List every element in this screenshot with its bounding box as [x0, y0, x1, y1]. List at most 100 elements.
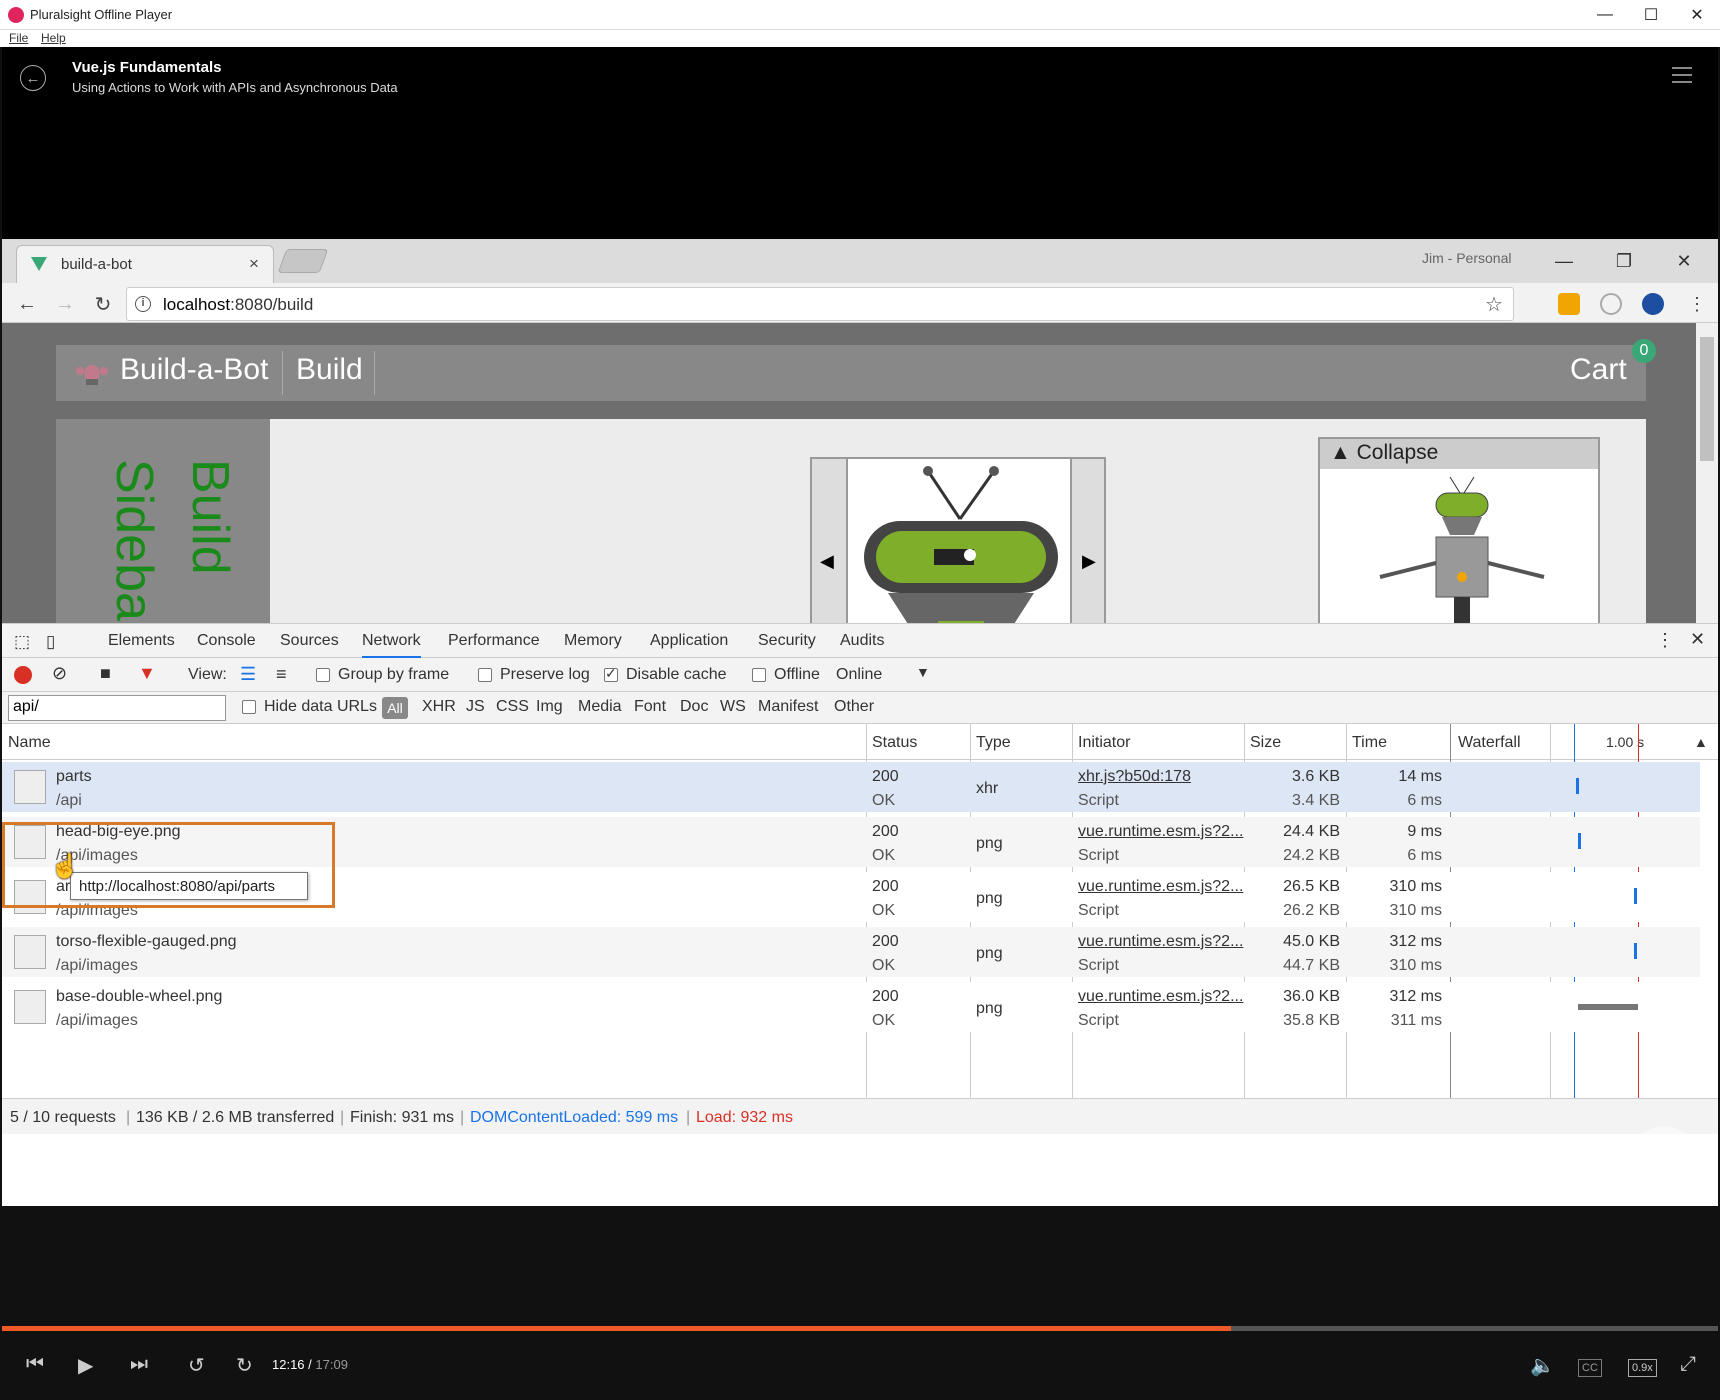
prev-part-arrow[interactable]: ◀	[820, 551, 834, 572]
record-icon[interactable]	[14, 666, 32, 684]
preserve-log-checkbox[interactable]	[478, 668, 492, 682]
request-name[interactable]: base-double-wheel.png	[56, 988, 222, 1006]
page-scrollbar[interactable]	[1696, 323, 1718, 623]
filter-type-manifest[interactable]: Manifest	[758, 698, 818, 716]
filter-input[interactable]: api/	[8, 695, 226, 721]
forward-10-icon[interactable]: ↻	[236, 1353, 253, 1378]
site-brand[interactable]: Build-a-Bot	[120, 353, 268, 387]
info-icon[interactable]: i	[135, 296, 151, 312]
throttle-select[interactable]: Online	[836, 666, 882, 684]
tab-application[interactable]: Application	[650, 632, 728, 650]
nav-cart[interactable]: Cart	[1570, 353, 1627, 387]
filter-type-doc[interactable]: Doc	[680, 698, 708, 716]
table-row[interactable]: parts/api 200 OK xhr xhr.js?b50d:178 Script 3.…	[2, 762, 1700, 812]
menu-file[interactable]: File	[9, 31, 28, 45]
clear-icon[interactable]: ⊘	[52, 663, 67, 684]
table-row[interactable]: base-double-wheel.png/api/images 200 OK png…	[2, 982, 1700, 1032]
initiator-link[interactable]: vue.runtime.esm.js?2...	[1078, 823, 1243, 841]
menu-help[interactable]: Help	[41, 31, 66, 45]
url-text[interactable]: localhost:8080/build	[163, 295, 313, 315]
device-toolbar-icon[interactable]: ▯	[46, 632, 55, 652]
close-button[interactable]: ✕	[1674, 0, 1720, 30]
tab-network[interactable]: Network	[362, 632, 421, 658]
previous-icon[interactable]: ⏮	[26, 1353, 44, 1376]
filter-type-ws[interactable]: WS	[720, 698, 746, 716]
fullscreen-icon[interactable]: ⤢	[1680, 1353, 1696, 1376]
captions-icon[interactable]: CC	[1578, 1359, 1602, 1377]
filter-type-all[interactable]: All	[382, 697, 408, 719]
scrollbar-thumb[interactable]	[1700, 337, 1714, 461]
capture-screenshots-icon[interactable]: ■	[100, 663, 111, 684]
next-clip-icon[interactable]	[1634, 1126, 1694, 1186]
more-icon[interactable]: ⋮	[1682, 289, 1712, 319]
collapse-button[interactable]: ▲ Collapse	[1320, 439, 1598, 469]
new-tab-button[interactable]	[277, 249, 329, 273]
col-status[interactable]: Status	[872, 734, 917, 752]
initiator-link[interactable]: xhr.js?b50d:178	[1078, 768, 1191, 786]
tab-elements[interactable]: Elements	[108, 632, 175, 650]
initiator-link[interactable]: vue.runtime.esm.js?2...	[1078, 933, 1243, 951]
tab-close-icon[interactable]: ×	[249, 254, 259, 274]
maximize-button[interactable]: ☐	[1628, 0, 1674, 30]
col-name[interactable]: Name	[8, 734, 51, 752]
col-size[interactable]: Size	[1250, 734, 1281, 752]
forward-icon[interactable]: →	[50, 289, 80, 319]
devtools-close-icon[interactable]: ✕	[1690, 629, 1705, 650]
tab-security[interactable]: Security	[758, 632, 816, 650]
col-initiator[interactable]: Initiator	[1078, 734, 1130, 752]
nav-build[interactable]: Build	[296, 353, 363, 387]
request-name[interactable]: parts	[56, 768, 92, 786]
filter-type-img[interactable]: Img	[536, 698, 563, 716]
minimize-button[interactable]: —	[1582, 0, 1628, 30]
extension-icon[interactable]	[1600, 293, 1622, 315]
vue-devtools-icon[interactable]	[1642, 293, 1664, 315]
tab-memory[interactable]: Memory	[564, 632, 622, 650]
tab-performance[interactable]: Performance	[448, 632, 540, 650]
filter-type-xhr[interactable]: XHR	[422, 698, 456, 716]
tab-sources[interactable]: Sources	[280, 632, 339, 650]
rewind-10-icon[interactable]: ↺	[188, 1353, 205, 1378]
filter-type-other[interactable]: Other	[834, 698, 874, 716]
group-by-frame-checkbox[interactable]	[316, 668, 330, 682]
reload-icon[interactable]: ↻	[88, 289, 118, 319]
inspect-element-icon[interactable]: ⬚	[14, 632, 30, 652]
throttle-dropdown-icon[interactable]: ▼	[916, 664, 930, 680]
offline-checkbox[interactable]	[752, 668, 766, 682]
large-rows-icon[interactable]: ☰	[240, 664, 256, 685]
back-arrow-icon[interactable]: ←	[20, 65, 46, 91]
col-waterfall[interactable]: Waterfall	[1458, 734, 1521, 752]
initiator-link[interactable]: vue.runtime.esm.js?2...	[1078, 988, 1243, 1006]
hide-data-urls-checkbox[interactable]	[242, 700, 256, 714]
sort-asc-icon[interactable]: ▲	[1694, 734, 1708, 750]
request-name[interactable]: torso-flexible-gauged.png	[56, 933, 237, 951]
filter-icon[interactable]: ▼	[138, 663, 156, 684]
filter-type-css[interactable]: CSS	[496, 698, 529, 716]
back-icon[interactable]: ←	[12, 289, 42, 319]
col-time[interactable]: Time	[1352, 734, 1387, 752]
profile-name[interactable]: Jim - Personal	[1422, 250, 1511, 266]
filter-type-font[interactable]: Font	[634, 698, 666, 716]
play-icon[interactable]: ▶	[78, 1353, 93, 1378]
browser-restore-button[interactable]: ❐	[1602, 245, 1646, 277]
bookmark-star-icon[interactable]: ☆	[1485, 292, 1503, 317]
devtools-menu-icon[interactable]: ⋮	[1656, 630, 1674, 651]
browser-tab[interactable]: build-a-bot ×	[16, 245, 274, 283]
speed-button[interactable]: 0.9x	[1628, 1359, 1657, 1377]
address-bar[interactable]: i localhost:8080/build ☆	[126, 287, 1514, 321]
col-type[interactable]: Type	[976, 734, 1011, 752]
tab-console[interactable]: Console	[197, 632, 256, 650]
next-icon[interactable]: ⏭	[130, 1353, 148, 1376]
next-part-arrow[interactable]: ▶	[1082, 551, 1096, 572]
filter-type-js[interactable]: JS	[466, 698, 485, 716]
browser-minimize-button[interactable]: —	[1542, 245, 1586, 277]
tab-audits[interactable]: Audits	[840, 632, 884, 650]
extension-icon[interactable]	[1558, 293, 1580, 315]
volume-icon[interactable]: 🔈	[1530, 1353, 1555, 1378]
disable-cache-checkbox[interactable]	[604, 665, 618, 682]
browser-close-button[interactable]: ✕	[1662, 245, 1706, 277]
menu-icon[interactable]	[1672, 67, 1692, 88]
filter-type-media[interactable]: Media	[578, 698, 622, 716]
initiator-link[interactable]: vue.runtime.esm.js?2...	[1078, 878, 1243, 896]
table-row[interactable]: torso-flexible-gauged.png/api/images 200 O…	[2, 927, 1700, 977]
overview-icon[interactable]: ≡	[276, 664, 287, 685]
